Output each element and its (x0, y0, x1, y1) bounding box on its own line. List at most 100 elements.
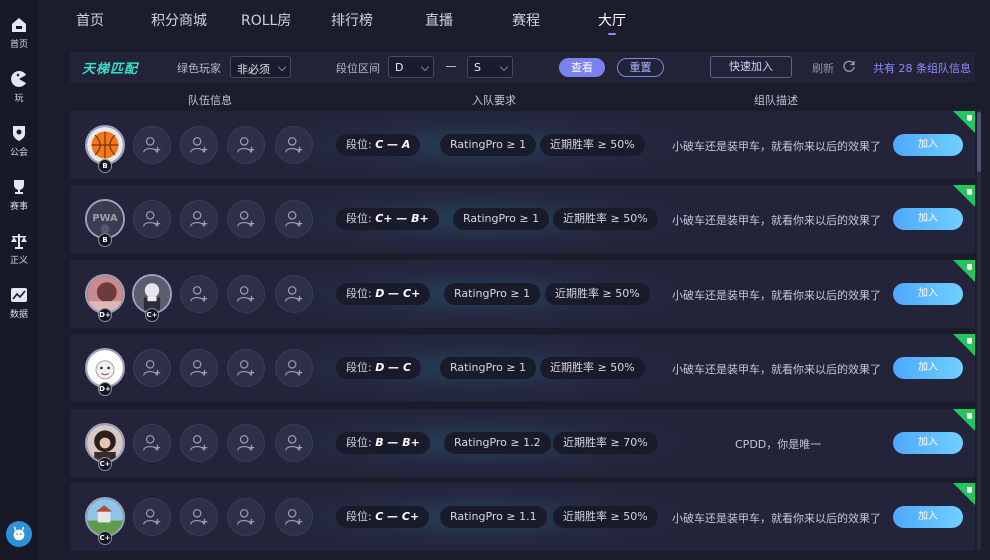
member-rank-badge: C+ (98, 531, 112, 545)
nav-points-mall[interactable]: 积分商城 (151, 10, 207, 30)
rank-range-label: 段位区间 (336, 62, 380, 75)
top-nav: 首页 积分商城 ROLL房 排行榜 直播 赛程 大厅 (38, 0, 990, 42)
rank-to-value: S (474, 61, 481, 74)
sidebar-item-events[interactable]: 赛事 (0, 172, 38, 216)
team-description: 小破车还是装甲车，就看你来以后的效果了 (672, 363, 881, 376)
winrate-requirement: 近期胜率 ≥ 50% (553, 208, 658, 230)
empty-slot[interactable] (180, 275, 218, 313)
sidebar-item-data[interactable]: 数据 (0, 280, 38, 324)
refresh-button[interactable]: 刷新 (812, 60, 834, 76)
rating-requirement: RatingPro ≥ 1 (444, 283, 541, 305)
corner-tag (953, 111, 975, 133)
empty-slot[interactable] (275, 200, 313, 238)
empty-slot[interactable] (133, 498, 171, 536)
range-separator (446, 66, 456, 67)
empty-slot[interactable] (275, 275, 313, 313)
column-requirement: 入队要求 (472, 94, 516, 107)
join-button[interactable]: 加入 (893, 432, 963, 454)
add-member-icon (237, 509, 255, 525)
quick-join-button[interactable]: 快速加入 (710, 56, 792, 78)
nav-roll-room[interactable]: ROLL房 (241, 10, 291, 30)
empty-slot[interactable] (133, 200, 171, 238)
add-member-icon (237, 286, 255, 302)
empty-slot[interactable] (133, 349, 171, 387)
empty-slot[interactable] (133, 126, 171, 164)
winrate-requirement: 近期胜率 ≥ 50% (540, 134, 645, 156)
empty-slot[interactable] (180, 424, 218, 462)
add-member-icon (237, 435, 255, 451)
scales-icon (11, 233, 27, 249)
empty-slot[interactable] (180, 498, 218, 536)
sidebar-item-home[interactable]: 首页 (0, 10, 38, 54)
search-button[interactable]: 查看 (559, 58, 605, 77)
scrollbar-track[interactable] (977, 110, 981, 550)
add-member-icon (143, 137, 161, 153)
add-member-icon (143, 360, 161, 376)
rank-requirement: 段位: C — C+ (336, 506, 430, 528)
add-member-icon (237, 211, 255, 227)
empty-slot[interactable] (227, 424, 265, 462)
add-member-icon (285, 360, 303, 376)
ladder-match-title: 天梯匹配 (82, 62, 139, 77)
join-button[interactable]: 加入 (893, 357, 963, 379)
join-button[interactable]: 加入 (893, 208, 963, 230)
corner-tag-icon (953, 260, 975, 282)
sidebar-item-justice[interactable]: 正义 (0, 226, 38, 270)
empty-slot[interactable] (227, 275, 265, 313)
rank-requirement: 段位: C+ — B+ (336, 208, 439, 230)
sidebar-item-guild[interactable]: 公会 (0, 118, 38, 162)
corner-tag-icon (953, 185, 975, 207)
empty-slot[interactable] (275, 498, 313, 536)
team-row: C+ 段位: B — B+ RatingPro ≥ 1.2 近期胜率 ≥ 70% CPD… (70, 409, 975, 477)
sidebar-item-label: 正义 (9, 255, 28, 266)
member-rank-badge: C+ (145, 308, 159, 322)
chevron-down-icon (277, 62, 287, 72)
trophy-icon (14, 179, 24, 194)
mascot-button[interactable] (6, 521, 32, 547)
empty-slot[interactable] (180, 126, 218, 164)
rank-requirement: 段位: D — C+ (336, 283, 431, 305)
empty-slot[interactable] (227, 200, 265, 238)
empty-slot[interactable] (227, 349, 265, 387)
add-member-icon (285, 509, 303, 525)
scrollbar-thumb[interactable] (977, 112, 981, 172)
sidebar-item-play[interactable]: 玩 (0, 64, 38, 108)
add-member-icon (143, 509, 161, 525)
empty-slot[interactable] (133, 424, 171, 462)
team-description: 小破车还是装甲车，就看你来以后的效果了 (672, 214, 881, 227)
nav-lobby[interactable]: 大厅 (598, 10, 626, 30)
join-button[interactable]: 加入 (893, 283, 963, 305)
rank-range-value: C — A (375, 138, 411, 151)
empty-slot[interactable] (227, 498, 265, 536)
rank-prefix: 段位: (346, 361, 376, 374)
empty-slot[interactable] (180, 200, 218, 238)
empty-slot[interactable] (275, 126, 313, 164)
reset-button[interactable]: 重置 (617, 58, 664, 77)
team-description: 小破车还是装甲车，就看你来以后的效果了 (672, 512, 881, 525)
winrate-requirement: 近期胜率 ≥ 50% (540, 357, 645, 379)
chevron-down-icon (499, 62, 509, 72)
empty-slot[interactable] (275, 424, 313, 462)
rating-requirement: RatingPro ≥ 1 (440, 357, 537, 379)
empty-slot[interactable] (275, 349, 313, 387)
join-button[interactable]: 加入 (893, 134, 963, 156)
refresh-icon[interactable] (842, 59, 856, 73)
member-rank-badge: D+ (98, 382, 112, 396)
rank-from-value: D (395, 61, 404, 74)
team-row: B 段位: C — A RatingPro ≥ 1 近期胜率 ≥ 50% 小破车还是装甲… (70, 111, 975, 179)
member-rank-badge: B (98, 159, 112, 173)
join-button[interactable]: 加入 (893, 506, 963, 528)
empty-slot[interactable] (180, 349, 218, 387)
rank-from-select[interactable]: D (388, 56, 434, 78)
rank-to-select[interactable]: S (467, 56, 513, 78)
nav-schedule[interactable]: 赛程 (512, 10, 540, 30)
rank-prefix: 段位: (346, 436, 376, 449)
column-team-info: 队伍信息 (188, 94, 232, 107)
nav-leaderboard[interactable]: 排行榜 (331, 10, 373, 30)
empty-slot[interactable] (227, 126, 265, 164)
add-member-icon (143, 435, 161, 451)
green-player-select[interactable]: 非必须 (230, 56, 291, 78)
nav-home[interactable]: 首页 (76, 10, 104, 30)
corner-tag-icon (953, 483, 975, 505)
nav-live[interactable]: 直播 (425, 10, 453, 30)
